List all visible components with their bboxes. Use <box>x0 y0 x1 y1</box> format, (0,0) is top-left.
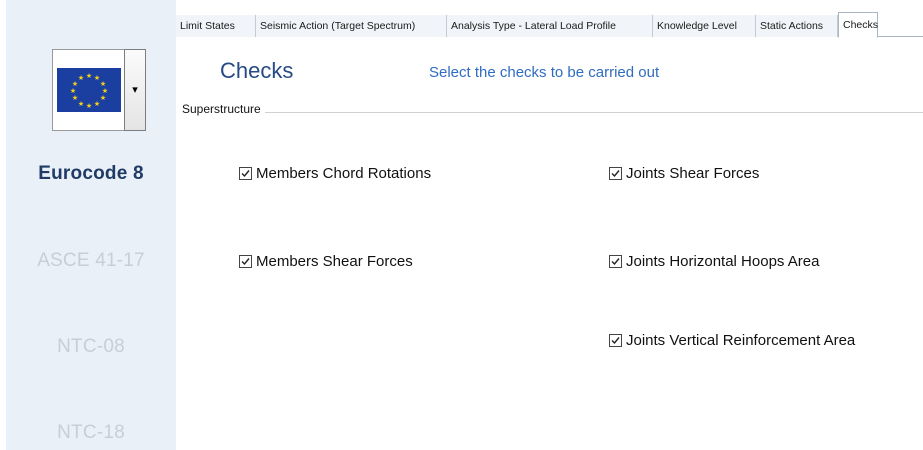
checkbox-joints-vertical-reinforcement-area[interactable] <box>609 334 622 347</box>
page-title: Checks <box>220 58 294 83</box>
check-members-chord-rotations[interactable]: Members Chord Rotations <box>239 165 431 182</box>
tab-checks[interactable]: Checks <box>838 12 878 38</box>
page-subtitle: Select the checks to be carried out <box>429 64 660 81</box>
tab-limit-states[interactable]: Limit States <box>176 15 256 37</box>
svg-text:★: ★ <box>93 100 99 108</box>
checkmark-icon <box>241 258 250 266</box>
check-label: Joints Horizontal Hoops Area <box>626 253 820 270</box>
tab-knowledge-level[interactable]: Knowledge Level <box>653 15 756 37</box>
checkmark-icon <box>241 170 250 178</box>
check-label: Joints Vertical Reinforcement Area <box>626 332 856 349</box>
tab-bar: Limit States Seismic Action (Target Spect… <box>176 12 923 38</box>
eu-flag-icon[interactable]: ★ ★ ★ ★ ★ ★ ★ ★ ★ ★ ★ ★ <box>52 49 125 131</box>
svg-text:★: ★ <box>85 72 91 80</box>
checkbox-members-shear-forces[interactable] <box>239 255 252 268</box>
check-joints-shear-forces[interactable]: Joints Shear Forces <box>609 165 759 182</box>
check-label: Members Chord Rotations <box>256 165 432 182</box>
checkbox-members-chord-rotations[interactable] <box>239 167 252 180</box>
check-members-shear-forces[interactable]: Members Shear Forces <box>239 253 413 270</box>
check-label: Members Shear Forces <box>256 253 413 270</box>
code-item-asce-41-17[interactable]: ASCE 41-17 <box>6 250 176 272</box>
svg-text:★: ★ <box>71 94 77 102</box>
groupbox-label: Superstructure <box>182 102 265 116</box>
checkbox-joints-horizontal-hoops-area[interactable] <box>609 255 622 268</box>
checkbox-joints-shear-forces[interactable] <box>609 167 622 180</box>
checkmark-icon <box>611 170 620 178</box>
checks-panel: Checks Select the checks to be carried o… <box>176 38 923 450</box>
svg-text:★: ★ <box>85 102 91 110</box>
checkmark-icon <box>611 258 620 266</box>
checkmark-icon <box>611 337 620 345</box>
code-item-ntc-08[interactable]: NTC-08 <box>6 336 176 358</box>
dropdown-button[interactable]: ▾ <box>124 49 146 131</box>
svg-text:★: ★ <box>69 87 75 95</box>
svg-text:★: ★ <box>77 100 83 108</box>
code-item-eurocode-8[interactable]: Eurocode 8 <box>6 163 176 185</box>
tab-analysis-type-lateral-load-profile[interactable]: Analysis Type - Lateral Load Profile <box>447 15 653 37</box>
check-joints-vertical-reinforcement-area[interactable]: Joints Vertical Reinforcement Area <box>609 332 855 349</box>
sidebar: ★ ★ ★ ★ ★ ★ ★ ★ ★ ★ ★ ★ ▾ Eurocode 8 ASCE… <box>6 0 176 450</box>
code-item-ntc-18[interactable]: NTC-18 <box>6 422 176 444</box>
superstructure-groupbox <box>182 112 923 450</box>
tab-static-actions[interactable]: Static Actions <box>756 15 838 37</box>
check-joints-horizontal-hoops-area[interactable]: Joints Horizontal Hoops Area <box>609 253 819 270</box>
svg-text:★: ★ <box>77 74 83 82</box>
check-label: Joints Shear Forces <box>626 165 760 182</box>
chevron-down-icon: ▾ <box>132 83 138 96</box>
svg-text:★: ★ <box>99 94 105 102</box>
tab-seismic-action-target-spectrum[interactable]: Seismic Action (Target Spectrum) <box>256 15 447 37</box>
code-selector-combo[interactable]: ★ ★ ★ ★ ★ ★ ★ ★ ★ ★ ★ ★ ▾ <box>52 49 147 131</box>
